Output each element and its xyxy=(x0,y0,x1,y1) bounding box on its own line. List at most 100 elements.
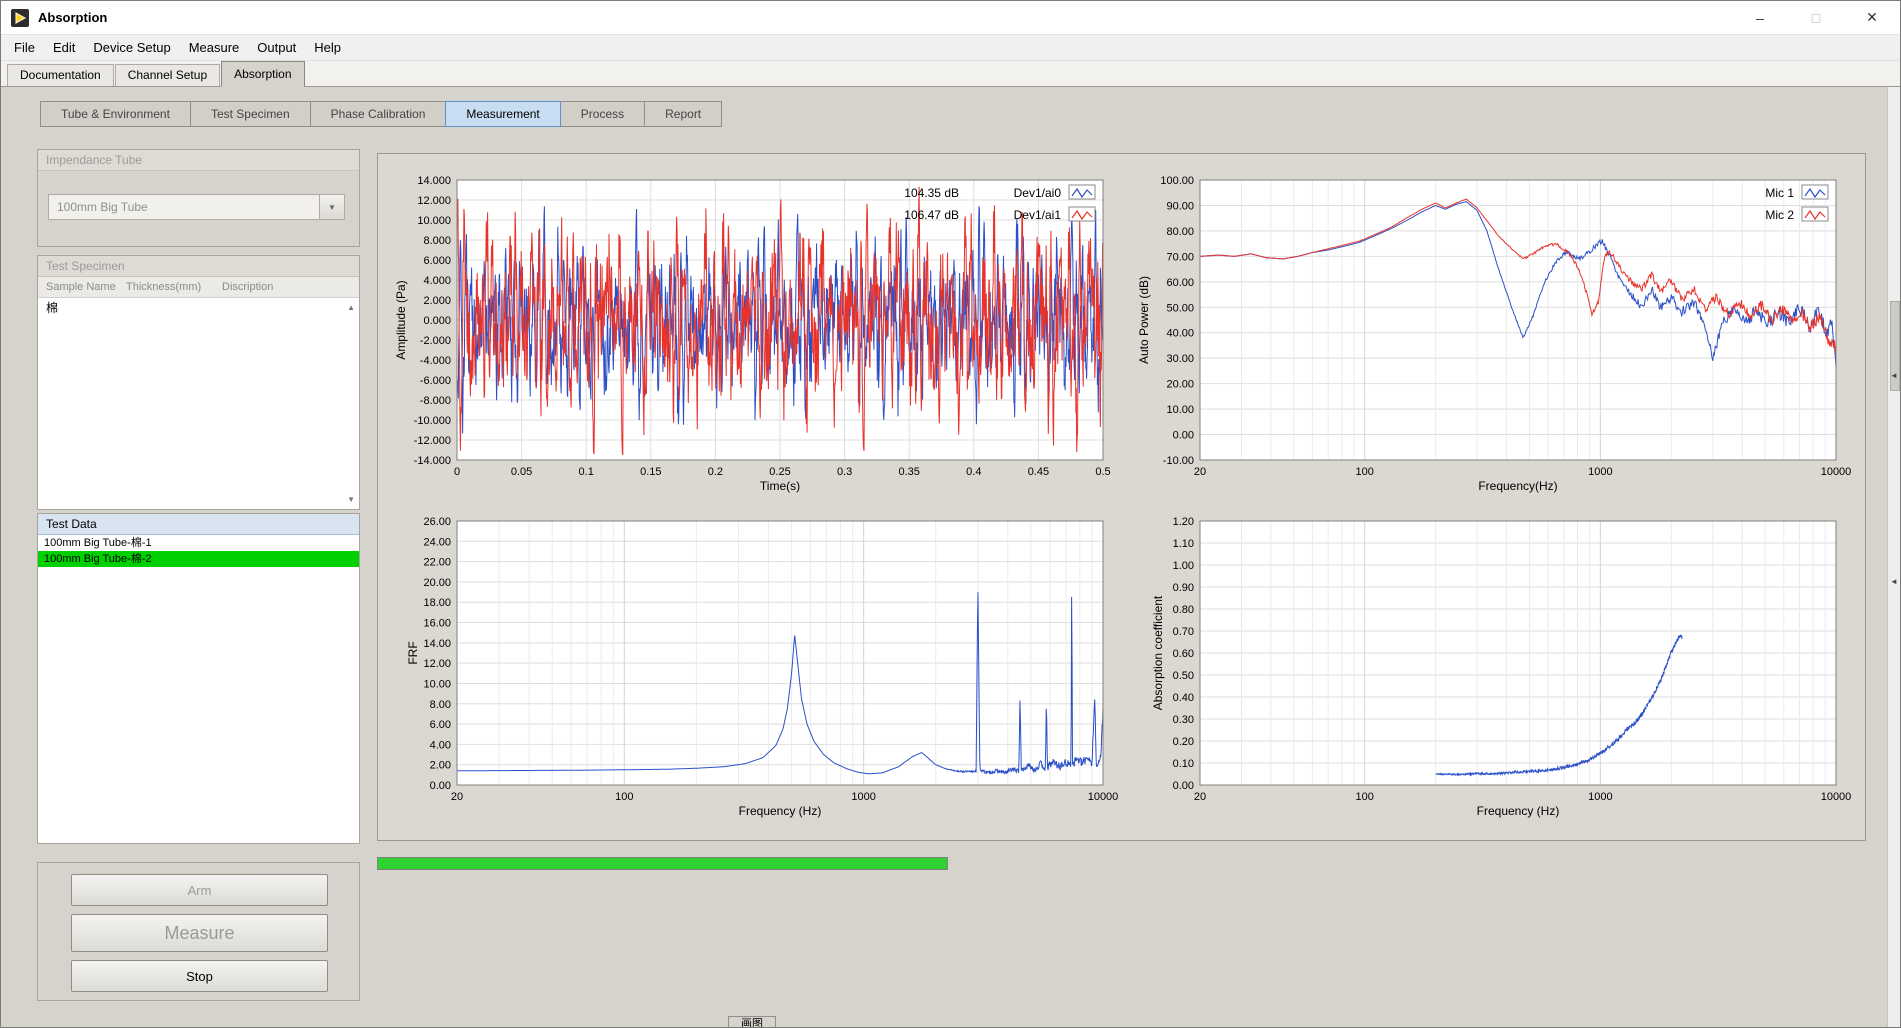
svg-text:0.00: 0.00 xyxy=(1173,430,1194,442)
collapse-pane-icon[interactable]: ◄ xyxy=(1890,577,1898,586)
svg-text:Frequency(Hz): Frequency(Hz) xyxy=(1478,479,1557,493)
subtab-phase-calibration[interactable]: Phase Calibration xyxy=(310,101,447,127)
app-icon xyxy=(11,9,29,27)
subtab-measurement[interactable]: Measurement xyxy=(445,101,560,127)
svg-text:Absorption coefficient: Absorption coefficient xyxy=(1151,595,1165,710)
impedance-tube-value: 100mm Big Tube xyxy=(49,200,319,214)
svg-text:0.40: 0.40 xyxy=(1173,692,1194,704)
charts-canvas: -14.000-12.000-10.000-8.000-6.000-4.000-… xyxy=(378,154,1865,840)
list-item[interactable]: 100mm Big Tube-棉-2 xyxy=(38,551,359,567)
absorption-coefficient-chart: 0.000.100.200.300.400.500.600.700.800.90… xyxy=(1151,516,1851,818)
measure-button[interactable]: Measure xyxy=(71,914,328,952)
right-scrollbar[interactable]: ◄ ◄ xyxy=(1887,87,1901,1028)
column-thickness[interactable]: Thickness(mm) xyxy=(126,277,222,297)
svg-text:100: 100 xyxy=(1356,791,1374,803)
test-data-list[interactable]: 100mm Big Tube-棉-1 100mm Big Tube-棉-2 xyxy=(38,535,359,843)
impedance-tube-group: Impendance Tube 100mm Big Tube ▼ xyxy=(37,149,360,247)
menu-help[interactable]: Help xyxy=(305,36,350,59)
svg-text:12.00: 12.00 xyxy=(423,658,451,670)
svg-text:30.00: 30.00 xyxy=(1166,353,1194,365)
test-specimen-table[interactable]: Sample Name Thickness(mm) Discription 棉 … xyxy=(38,277,359,509)
svg-text:1000: 1000 xyxy=(1588,791,1612,803)
close-button[interactable]: ✕ xyxy=(1844,1,1900,34)
svg-text:6.000: 6.000 xyxy=(423,255,451,267)
subtab-report[interactable]: Report xyxy=(644,101,722,127)
collapse-pane-icon[interactable]: ◄ xyxy=(1890,371,1898,380)
svg-text:8.000: 8.000 xyxy=(423,235,451,247)
column-discription[interactable]: Discription xyxy=(222,277,359,297)
svg-text:0.35: 0.35 xyxy=(898,466,919,478)
svg-text:14.00: 14.00 xyxy=(423,638,451,650)
svg-text:Time(s): Time(s) xyxy=(760,479,800,493)
list-item[interactable]: 100mm Big Tube-棉-1 xyxy=(38,535,359,551)
window-title: Absorption xyxy=(38,10,107,25)
time-waveform-chart: -14.000-12.000-10.000-8.000-6.000-4.000-… xyxy=(394,175,1111,493)
subtab-tube-environment[interactable]: Tube & Environment xyxy=(40,101,191,127)
stop-button[interactable]: Stop xyxy=(71,960,328,992)
svg-text:12.000: 12.000 xyxy=(417,195,451,207)
svg-text:26.00: 26.00 xyxy=(423,516,451,528)
svg-text:-12.000: -12.000 xyxy=(414,435,451,447)
svg-text:0.00: 0.00 xyxy=(1173,780,1194,792)
tab-absorption[interactable]: Absorption xyxy=(221,61,304,87)
svg-text:16.00: 16.00 xyxy=(423,618,451,630)
column-sample-name[interactable]: Sample Name xyxy=(38,277,126,297)
menu-device-setup[interactable]: Device Setup xyxy=(84,36,179,59)
svg-text:0.3: 0.3 xyxy=(837,466,852,478)
svg-text:0.4: 0.4 xyxy=(966,466,981,478)
impedance-tube-dropdown[interactable]: 100mm Big Tube ▼ xyxy=(48,194,345,220)
table-header-row: Sample Name Thickness(mm) Discription xyxy=(38,277,359,298)
arm-button[interactable]: Arm xyxy=(71,874,328,906)
scroll-up-icon[interactable]: ▲ xyxy=(347,303,355,312)
scroll-down-icon[interactable]: ▼ xyxy=(347,495,355,504)
svg-text:Dev1/ai0: Dev1/ai0 xyxy=(1014,186,1062,200)
svg-text:Auto Power (dB): Auto Power (dB) xyxy=(1137,276,1151,364)
svg-text:10.00: 10.00 xyxy=(423,678,451,690)
svg-text:0.15: 0.15 xyxy=(640,466,661,478)
svg-text:Mic 2: Mic 2 xyxy=(1765,208,1794,222)
minimize-button[interactable]: – xyxy=(1732,1,1788,34)
tab-channel-setup[interactable]: Channel Setup xyxy=(115,64,220,86)
svg-text:60.00: 60.00 xyxy=(1166,277,1194,289)
svg-text:-8.000: -8.000 xyxy=(420,395,451,407)
sample-name-cell: 棉 xyxy=(38,301,58,315)
tab-paint[interactable]: 画图 xyxy=(728,1016,776,1028)
chevron-down-icon[interactable]: ▼ xyxy=(319,195,344,219)
menu-output[interactable]: Output xyxy=(248,36,305,59)
subtab-test-specimen[interactable]: Test Specimen xyxy=(190,101,311,127)
table-row[interactable]: 棉 xyxy=(38,298,359,318)
svg-text:20.00: 20.00 xyxy=(423,577,451,589)
svg-text:100: 100 xyxy=(615,791,633,803)
svg-text:106.47 dB: 106.47 dB xyxy=(904,208,959,222)
svg-text:Amplitude (Pa): Amplitude (Pa) xyxy=(394,280,408,359)
svg-text:Mic 1: Mic 1 xyxy=(1765,186,1794,200)
maximize-button[interactable]: □ xyxy=(1788,1,1844,34)
svg-text:1.20: 1.20 xyxy=(1173,516,1194,528)
svg-text:20: 20 xyxy=(451,791,463,803)
svg-text:0.2: 0.2 xyxy=(708,466,723,478)
svg-text:20: 20 xyxy=(1194,791,1206,803)
svg-text:Frequency (Hz): Frequency (Hz) xyxy=(1477,804,1560,818)
svg-text:0.45: 0.45 xyxy=(1028,466,1049,478)
svg-text:100: 100 xyxy=(1356,466,1374,478)
svg-text:-4.000: -4.000 xyxy=(420,355,451,367)
menu-edit[interactable]: Edit xyxy=(44,36,84,59)
svg-text:0.80: 0.80 xyxy=(1173,604,1194,616)
control-buttons-panel: Arm Measure Stop xyxy=(37,862,360,1001)
tab-documentation[interactable]: Documentation xyxy=(7,64,114,86)
svg-text:0.70: 0.70 xyxy=(1173,626,1194,638)
svg-text:24.00: 24.00 xyxy=(423,536,451,548)
test-specimen-label: Test Specimen xyxy=(38,256,359,277)
svg-text:1000: 1000 xyxy=(1588,466,1612,478)
test-specimen-group: Test Specimen Sample Name Thickness(mm) … xyxy=(37,255,360,510)
test-data-header: Test Data xyxy=(38,514,359,535)
menu-measure[interactable]: Measure xyxy=(180,36,249,59)
charts-panel: -14.000-12.000-10.000-8.000-6.000-4.000-… xyxy=(377,153,1866,841)
svg-text:90.00: 90.00 xyxy=(1166,200,1194,212)
svg-text:100.00: 100.00 xyxy=(1160,175,1194,187)
subtab-process[interactable]: Process xyxy=(560,101,645,127)
svg-text:40.00: 40.00 xyxy=(1166,328,1194,340)
svg-text:104.35 dB: 104.35 dB xyxy=(904,186,959,200)
main-tabstrip: Documentation Channel Setup Absorption xyxy=(1,61,1900,87)
menu-file[interactable]: File xyxy=(5,36,44,59)
